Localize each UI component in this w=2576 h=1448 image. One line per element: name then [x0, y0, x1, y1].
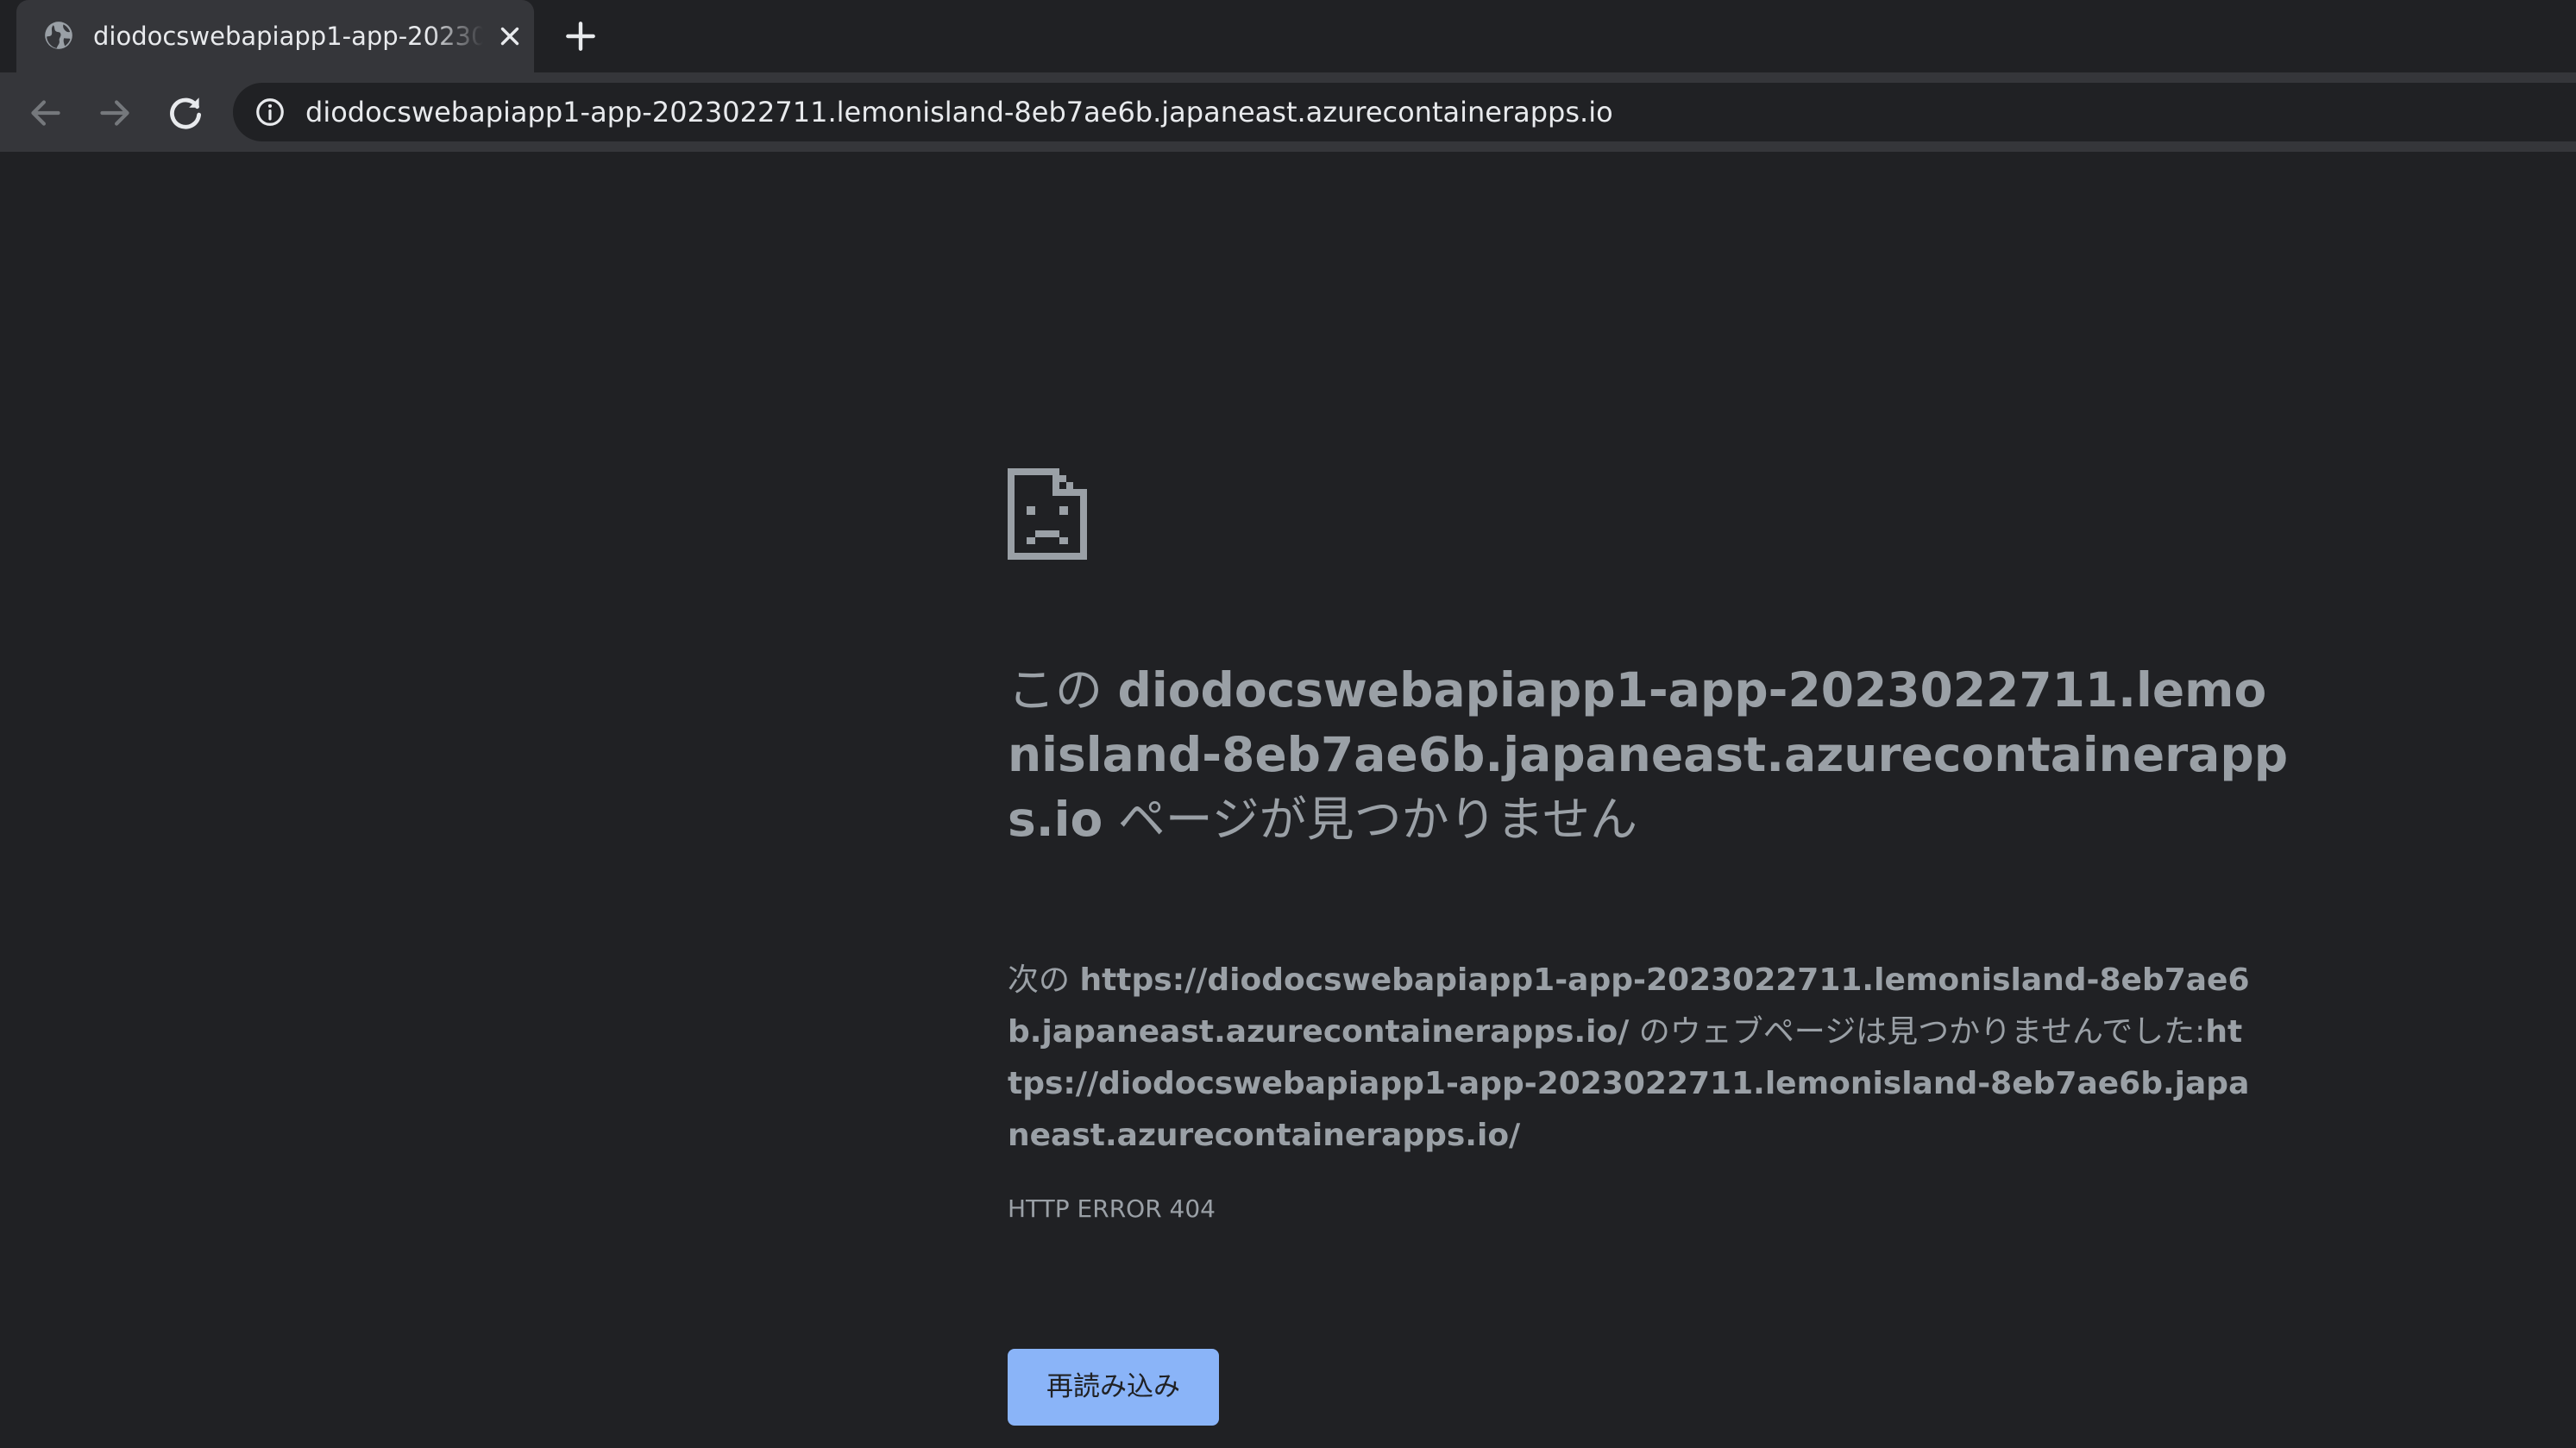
new-tab-plus-icon[interactable] [562, 17, 600, 55]
info-icon[interactable] [254, 96, 286, 129]
tab-strip: diodocswebapiapp1-app-2023022711.lemonis… [0, 0, 2576, 72]
error-description: 次の https://diodocswebapiapp1-app-2023022… [1008, 955, 2250, 1162]
error-desc-middle: のウェブページは見つかりませんでした: [1629, 1014, 2206, 1050]
tab-title: diodocswebapiapp1-app-2023022711.lemonis… [93, 22, 483, 51]
browser-chrome: diodocswebapiapp1-app-2023022711.lemonis… [0, 0, 2576, 225]
reload-button[interactable]: 再読み込み [1008, 1349, 1219, 1426]
globe-icon [45, 22, 72, 49]
back-arrow-icon[interactable] [24, 91, 67, 135]
reload-icon[interactable] [164, 91, 207, 135]
address-bar-url: diodocswebapiapp1-app-2023022711.lemonis… [305, 96, 1613, 129]
address-bar[interactable]: diodocswebapiapp1-app-2023022711.lemonis… [233, 83, 2576, 141]
forward-arrow-icon[interactable] [93, 91, 136, 135]
close-icon[interactable] [495, 22, 525, 51]
sad-page-icon [1008, 468, 1087, 560]
error-code: HTTP ERROR 404 [1008, 1194, 1216, 1223]
error-heading: この diodocswebapiapp1-app-2023022711.lemo… [1008, 658, 2293, 852]
error-heading-suffix: ページが見つかりません [1103, 792, 1638, 847]
error-desc-prefix: 次の [1008, 962, 1080, 998]
active-tab[interactable]: diodocswebapiapp1-app-2023022711.lemonis… [16, 0, 534, 72]
toolbar: diodocswebapiapp1-app-2023022711.lemonis… [0, 72, 2576, 225]
error-page: この diodocswebapiapp1-app-2023022711.lemo… [0, 153, 2576, 1448]
error-heading-prefix: この [1008, 662, 1118, 718]
